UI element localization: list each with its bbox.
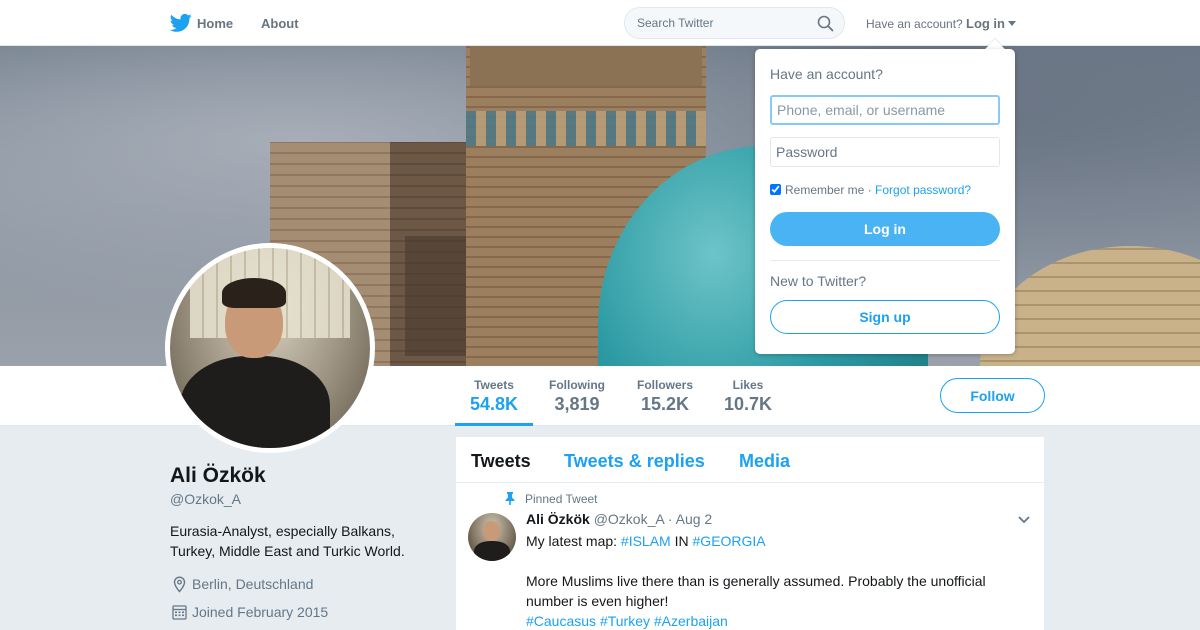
dropdown-divider — [770, 260, 1000, 261]
profile-bio: Eurasia-Analyst, especially Balkans, Tur… — [170, 523, 405, 559]
username-field[interactable] — [770, 95, 1000, 125]
tab-tweets-replies[interactable]: Tweets & replies — [564, 451, 705, 472]
profile-joined-text: Joined February 2015 — [192, 604, 329, 620]
remember-row: Remember me · Forgot password? — [770, 183, 971, 197]
banner-minaret-band — [466, 111, 706, 146]
hashtag-turkey[interactable]: #Turkey — [600, 613, 650, 629]
nav-about-link[interactable]: About — [261, 16, 299, 31]
banner-minaret-top — [470, 46, 702, 86]
stat-value: 3,819 — [554, 394, 600, 414]
new-to-twitter-text: New to Twitter? — [770, 273, 867, 289]
tweet-hashtags: #Caucasus #Turkey #Azerbaijan — [526, 611, 1006, 630]
login-dropdown: Have an account? Remember me · Forgot pa… — [755, 49, 1015, 354]
caret-down-icon — [1008, 21, 1016, 26]
tweet-timeline: Tweets Tweets & replies Media Pinned Twe… — [456, 437, 1044, 630]
tweet-line-1: My latest map: #ISLAM IN #GEORGIA — [526, 531, 1006, 551]
tweet-text-mid: IN — [674, 533, 689, 549]
stat-value: 15.2K — [640, 394, 690, 414]
signup-button[interactable]: Sign up — [770, 300, 1000, 334]
login-dropdown-title: Have an account? — [770, 66, 883, 82]
stat-label: Tweets — [474, 378, 514, 392]
stat-label: Following — [549, 378, 605, 392]
tweet-date[interactable]: Aug 2 — [676, 511, 713, 527]
tweet-author-name[interactable]: Ali Özkök — [526, 511, 590, 527]
login-toggle-button[interactable]: Log in — [966, 16, 1016, 31]
login-toggle-label: Log in — [966, 16, 1005, 31]
tweet-text-prefix: My latest map: — [526, 533, 618, 549]
hashtag-azerbaijan[interactable]: #Azerbaijan — [654, 613, 728, 629]
pin-icon — [505, 492, 515, 505]
avatar-hair — [222, 278, 286, 308]
tweet-avatar[interactable] — [468, 513, 516, 561]
have-account-text: Have an account? — [866, 17, 963, 31]
profile-handle[interactable]: @Ozkok_A — [170, 491, 241, 507]
tweet-avatar-face — [483, 521, 500, 541]
stat-value: 54.8K — [469, 394, 519, 414]
tweet-line-gap — [526, 551, 1006, 571]
search-input[interactable] — [637, 16, 812, 30]
tab-media[interactable]: Media — [739, 451, 790, 472]
remember-me-checkbox[interactable] — [770, 184, 781, 195]
stat-label: Likes — [732, 378, 764, 392]
password-field[interactable] — [770, 137, 1000, 167]
active-stat-underline — [455, 423, 533, 426]
stat-following[interactable]: Following 3,819 — [541, 378, 613, 415]
hashtag-georgia[interactable]: #GEORGIA — [693, 533, 766, 549]
remember-me-label[interactable]: Remember me — [785, 183, 864, 197]
tweet-header: Ali Özkök @Ozkok_A · Aug 2 — [526, 511, 712, 527]
search-box[interactable] — [624, 7, 845, 39]
tweet-line-2: More Muslims live there than is generall… — [526, 573, 986, 609]
login-button[interactable]: Log in — [770, 212, 1000, 246]
forgot-password-link[interactable]: Forgot password? — [875, 183, 971, 197]
profile-location: Berlin, Deutschland — [170, 576, 420, 594]
nav-home-link[interactable]: Home — [197, 16, 233, 31]
avatar-body — [180, 356, 330, 448]
follow-button[interactable]: Follow — [940, 378, 1045, 413]
hashtag-islam[interactable]: #ISLAM — [621, 533, 671, 549]
pinned-tweet-label: Pinned Tweet — [525, 492, 598, 506]
timeline-tabs: Tweets Tweets & replies Media — [456, 437, 1044, 483]
hashtag-caucasus[interactable]: #Caucasus — [526, 613, 596, 629]
search-icon[interactable] — [817, 15, 834, 32]
stat-label: Followers — [636, 378, 693, 392]
profile-joined: Joined February 2015 — [170, 604, 420, 622]
profile-name[interactable]: Ali Özkök — [170, 464, 266, 488]
top-navigation: Home About Have an account? Log in — [0, 0, 1200, 46]
location-pin-icon — [173, 576, 186, 593]
stat-value: 10.7K — [723, 394, 773, 414]
chevron-down-icon[interactable] — [1017, 515, 1031, 525]
tab-tweets[interactable]: Tweets — [471, 451, 531, 472]
profile-location-text: Berlin, Deutschland — [192, 576, 314, 592]
tweet-separator: · — [667, 511, 673, 527]
stat-followers[interactable]: Followers 15.2K — [629, 378, 701, 415]
remember-separator: · — [867, 183, 872, 197]
tweet-avatar-body — [474, 541, 510, 561]
tweet-text: My latest map: #ISLAM IN #GEORGIA More M… — [526, 531, 1006, 630]
twitter-bird-icon[interactable] — [170, 13, 192, 33]
profile-avatar[interactable] — [165, 243, 375, 453]
stat-tweets[interactable]: Tweets 54.8K — [455, 378, 533, 415]
calendar-icon — [172, 605, 187, 620]
stat-likes[interactable]: Likes 10.7K — [716, 378, 780, 415]
tweet-author-handle[interactable]: @Ozkok_A — [594, 511, 664, 527]
